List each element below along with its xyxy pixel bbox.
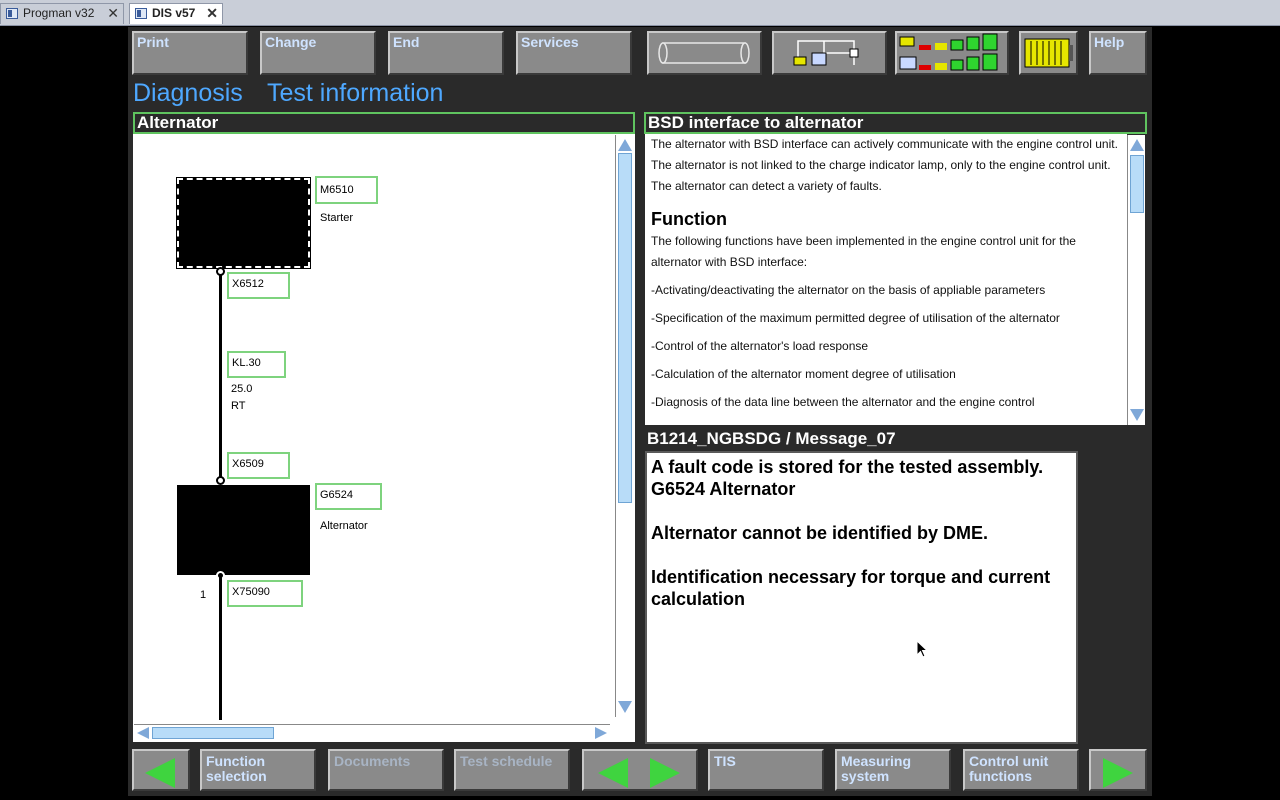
network-icon-button[interactable] [772, 31, 887, 75]
component-label-m6510[interactable]: M6510 [315, 176, 378, 204]
arrow-left-icon [145, 758, 175, 788]
tis-button[interactable]: TIS [708, 749, 824, 791]
info-text-panel: The alternator with BSD interface can ac… [645, 134, 1127, 425]
info-panel-title: BSD interface to alternator [644, 112, 1147, 134]
documents-button[interactable]: Documents [328, 749, 444, 791]
heading-test-information: Test information [267, 79, 444, 107]
arrow-right-icon [1103, 758, 1133, 788]
remote-desktop-icon [6, 8, 18, 19]
function-selection-button[interactable]: Function selection [200, 749, 316, 791]
arrow-right-icon[interactable] [650, 758, 680, 788]
connector-label-x6509[interactable]: X6509 [227, 452, 290, 479]
terminal-label-kl30[interactable]: KL.30 [227, 351, 286, 378]
help-button[interactable]: Help [1089, 31, 1147, 75]
message-content: A fault code is stored for the tested as… [647, 453, 1076, 613]
function-bullet: -Specification of the maximum permitted … [651, 311, 1060, 325]
connector-label-x75090[interactable]: X75090 [227, 580, 303, 607]
tab-label: Progman v32 [23, 6, 95, 20]
close-icon[interactable]: ✕ [107, 4, 119, 23]
starter-block[interactable] [176, 177, 311, 269]
close-icon[interactable]: ✕ [206, 4, 218, 23]
change-button[interactable]: Change [260, 31, 376, 75]
message-panel-title: B1214_NGBSDG / Message_07 [647, 429, 896, 448]
browser-tab-bar: Progman v32 ✕ DIS v57 ✕ [0, 0, 1280, 26]
message-line: Alternator cannot be identified by DME. [651, 523, 989, 543]
scroll-right-icon[interactable] [595, 727, 607, 739]
info-vertical-scrollbar[interactable] [1127, 135, 1145, 425]
function-bullet: -Diagnosis of the data line between the … [651, 395, 1035, 409]
services-button[interactable]: Services [516, 31, 632, 75]
connector-label-x6512[interactable]: X6512 [227, 272, 290, 299]
message-line [651, 500, 1072, 522]
starter-label: Starter [320, 212, 354, 224]
scroll-thumb[interactable] [1130, 155, 1144, 213]
wire-ground [219, 575, 222, 720]
page-nav-button[interactable] [582, 749, 698, 791]
back-button[interactable] [132, 749, 190, 791]
pin-number-label: 1 [200, 589, 207, 601]
tab-progman[interactable]: Progman v32 ✕ [0, 3, 124, 24]
test-schedule-button[interactable]: Test schedule [454, 749, 570, 791]
wire-size-label: 25.0 [231, 383, 253, 395]
battery-button[interactable] [1019, 31, 1078, 75]
dis-application: Print Change End Services Help Diagnosis… [128, 27, 1152, 796]
function-bullet: -Control of the alternator's load respon… [651, 339, 869, 353]
mouse-cursor-icon [916, 640, 929, 658]
control-unit-functions-button[interactable]: Control unit functions [963, 749, 1079, 791]
message-line: A fault code is stored for the tested as… [651, 457, 1044, 477]
component-label-g6524[interactable]: G6524 [315, 483, 382, 510]
function-bullet: -Calculation of the alternator moment de… [651, 367, 956, 381]
message-panel: A fault code is stored for the tested as… [645, 451, 1078, 744]
message-line: Identification necessary for torque and … [651, 567, 1051, 609]
scroll-up-icon[interactable] [1130, 139, 1144, 151]
tab-label: DIS v57 [152, 6, 196, 20]
wiring-diagram-panel: M6510 Starter X6512 KL.30 25.0 RT X6509 … [133, 134, 635, 742]
connector-node [216, 267, 225, 276]
info-content: The alternator with BSD interface can ac… [645, 134, 1127, 413]
end-button[interactable]: End [388, 31, 504, 75]
signal-level-icon [899, 33, 998, 71]
alternator-label: Alternator [320, 520, 368, 532]
info-intro: The alternator with BSD interface can ac… [651, 137, 1118, 193]
remote-desktop-icon [135, 8, 147, 19]
forward-button[interactable] [1089, 749, 1147, 791]
function-bullet: -Activating/deactivating the alternator … [651, 283, 1046, 297]
left-panel-title: Alternator [133, 112, 635, 134]
measuring-system-button[interactable]: Measuring system [835, 749, 951, 791]
scroll-down-icon[interactable] [618, 701, 632, 713]
diagram-vertical-scrollbar[interactable] [615, 135, 633, 717]
network-icon [793, 40, 859, 66]
cylinder-icon [658, 42, 750, 64]
scroll-down-icon[interactable] [1130, 409, 1144, 421]
function-intro: The following functions have been implem… [651, 234, 1076, 269]
connector-node [216, 476, 225, 485]
tab-dis[interactable]: DIS v57 ✕ [129, 3, 223, 24]
scroll-up-icon[interactable] [618, 139, 632, 151]
cylinder-icon-button[interactable] [647, 31, 762, 75]
message-line: G6524 Alternator [651, 479, 796, 499]
function-heading: Function [651, 209, 727, 229]
signal-level-button[interactable] [895, 31, 1009, 75]
battery-icon [1024, 38, 1073, 68]
alternator-block[interactable] [177, 485, 310, 575]
diagram-horizontal-scrollbar[interactable] [134, 724, 610, 740]
scroll-thumb[interactable] [152, 727, 274, 739]
arrow-left-icon[interactable] [598, 758, 628, 788]
heading-diagnosis: Diagnosis [133, 79, 243, 107]
print-button[interactable]: Print [132, 31, 248, 75]
wire-color-label: RT [231, 400, 246, 412]
message-line [651, 544, 1072, 566]
wire-kl30 [219, 270, 222, 480]
scroll-thumb[interactable] [618, 153, 632, 503]
scroll-left-icon[interactable] [137, 727, 149, 739]
